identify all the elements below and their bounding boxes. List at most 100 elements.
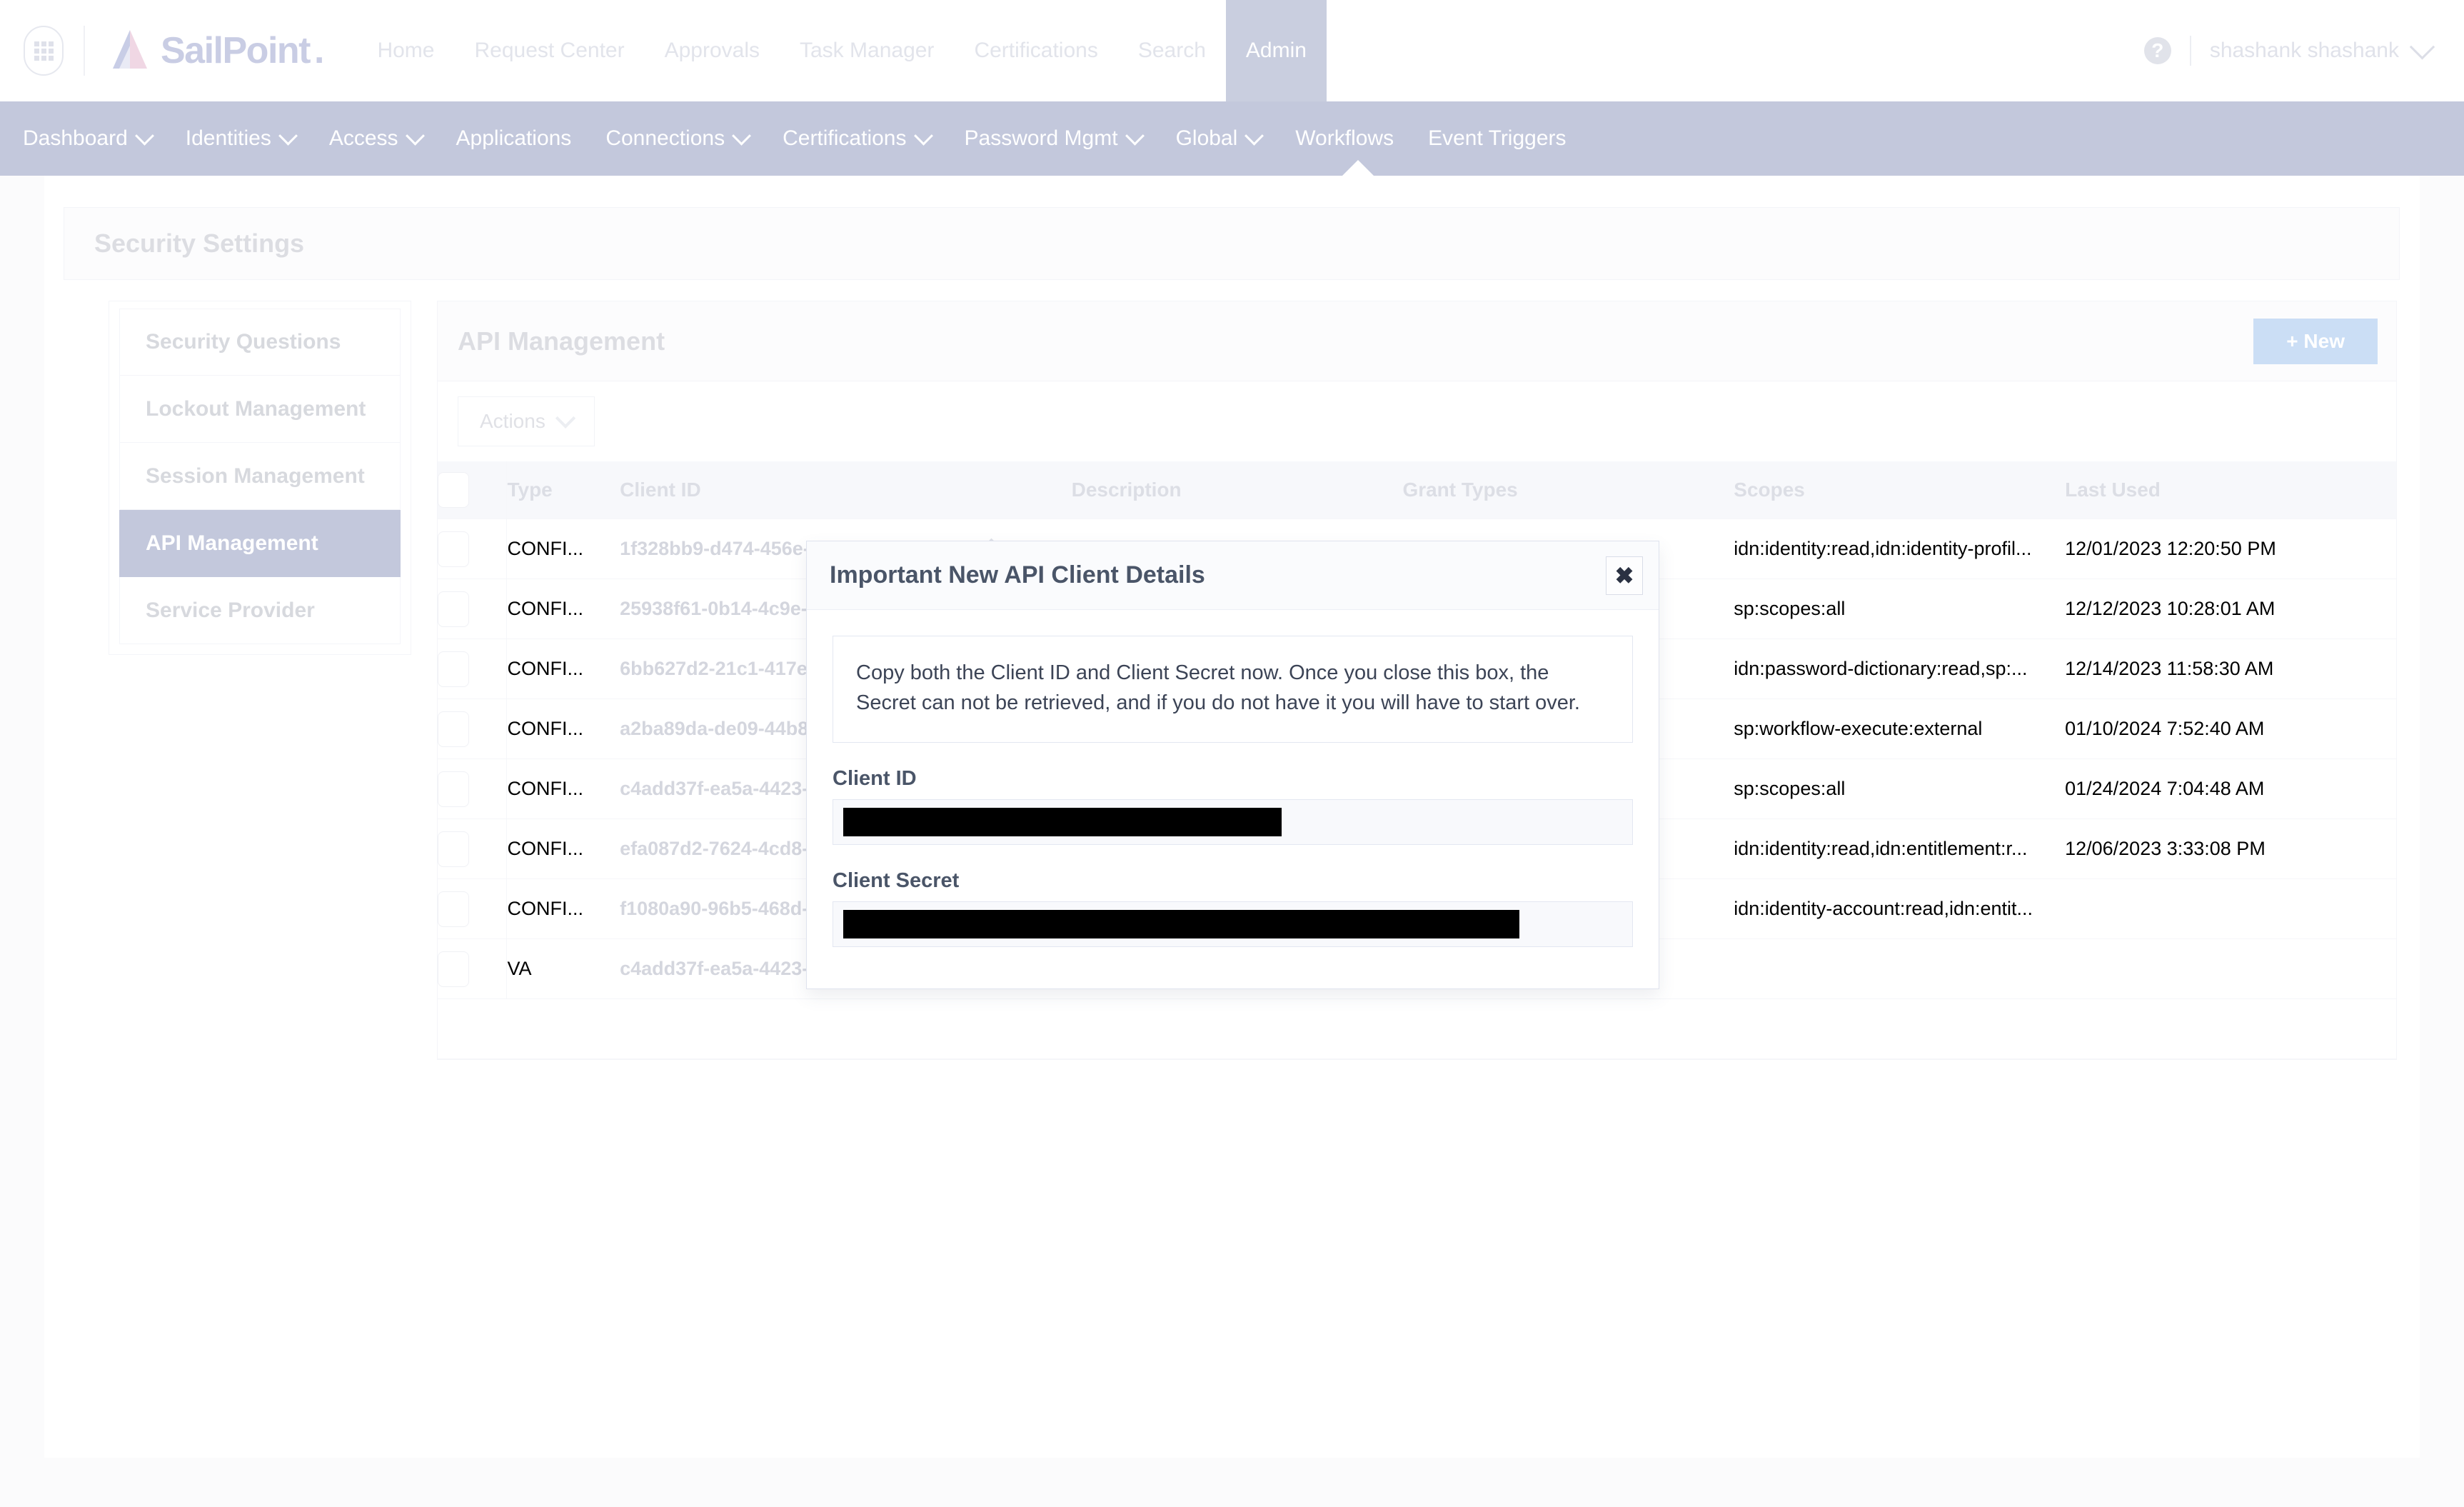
sidebar-item-service-provider[interactable]: Service Provider xyxy=(119,577,401,644)
page-title: Security Settings xyxy=(94,229,305,258)
header-right-group: ? shashank shashank xyxy=(2143,0,2435,101)
api-panel-title: API Management xyxy=(458,326,665,356)
brand-trademark: . xyxy=(313,30,325,71)
sidebar-label-service-provider: Service Provider xyxy=(146,598,315,622)
cell-scopes: idn:password-dictionary:read,sp:... xyxy=(1734,639,2066,699)
row-checkbox[interactable] xyxy=(438,591,469,627)
user-menu-chevron-down-icon[interactable] xyxy=(2409,34,2435,60)
cell-type: CONFI... xyxy=(506,758,620,819)
row-checkbox[interactable] xyxy=(438,711,469,747)
nav-item-certifications[interactable]: Certifications xyxy=(954,0,1117,101)
subnav-item-password-mgmt[interactable]: Password Mgmt xyxy=(947,126,1159,151)
sidebar-item-security-questions[interactable]: Security Questions xyxy=(119,309,401,376)
row-select-cell xyxy=(438,818,508,879)
row-checkbox[interactable] xyxy=(438,951,469,987)
subnav-item-connections[interactable]: Connections xyxy=(588,126,765,151)
sidebar-label-lockout-management: Lockout Management xyxy=(146,396,366,421)
chevron-down-icon xyxy=(405,126,425,146)
column-header-description[interactable]: Description xyxy=(1071,461,1403,519)
modal-body: Copy both the Client ID and Client Secre… xyxy=(807,610,1659,988)
cell-type: CONFI... xyxy=(506,699,620,759)
cell-scopes: sp:scopes:all xyxy=(1734,758,2066,819)
nav-item-task-manager[interactable]: Task Manager xyxy=(780,0,954,101)
new-api-client-button[interactable]: + New xyxy=(2253,318,2378,364)
subnav-label-access: Access xyxy=(328,126,398,150)
help-question-icon[interactable]: ? xyxy=(2143,37,2171,64)
sidebar-item-api-management[interactable]: API Management xyxy=(119,510,401,577)
column-header-grant-types[interactable]: Grant Types xyxy=(1402,461,1734,519)
security-settings-menu: Security Questions Lockout Management Se… xyxy=(109,301,411,655)
chevron-down-icon xyxy=(555,408,575,429)
actions-dropdown-button[interactable]: Actions xyxy=(458,396,595,446)
cell-type: CONFI... xyxy=(506,818,620,879)
api-panel-header: API Management + New xyxy=(438,301,2396,381)
subnav-item-workflows[interactable]: Workflows xyxy=(1278,126,1411,151)
close-x-icon[interactable]: ✖ xyxy=(1606,556,1643,595)
client-secret-field[interactable] xyxy=(833,901,1633,948)
row-checkbox[interactable] xyxy=(438,891,469,927)
cell-last-used: 01/24/2024 7:04:48 AM xyxy=(2065,758,2396,819)
row-select-cell xyxy=(438,579,508,639)
chevron-down-icon xyxy=(1125,126,1145,146)
subnav-item-global[interactable]: Global xyxy=(1159,126,1279,151)
client-id-field[interactable] xyxy=(833,799,1633,846)
table-header: Type Client ID Description Grant Types S… xyxy=(438,461,2396,519)
sailpoint-logo[interactable]: SailPoint . xyxy=(104,24,324,77)
column-header-type[interactable]: Type xyxy=(506,461,620,519)
nav-item-admin[interactable]: Admin xyxy=(1225,0,1327,101)
nav-item-search[interactable]: Search xyxy=(1118,0,1226,101)
subnav-item-dashboard[interactable]: Dashboard xyxy=(6,126,169,151)
column-header-scopes[interactable]: Scopes xyxy=(1734,461,2066,519)
actions-label: Actions xyxy=(480,410,545,432)
subnav-item-event-triggers[interactable]: Event Triggers xyxy=(1411,126,1583,151)
cell-last-used: 12/14/2023 11:58:30 AM xyxy=(2065,639,2396,699)
select-all-checkbox[interactable] xyxy=(438,472,469,508)
nav-item-request-center[interactable]: Request Center xyxy=(454,0,644,101)
row-select-cell xyxy=(438,878,508,939)
app-grid-glyph xyxy=(34,41,54,61)
row-checkbox[interactable] xyxy=(438,771,469,807)
client-secret-redacted-value xyxy=(843,910,1519,939)
api-client-details-modal: Important New API Client Details ✖ Copy … xyxy=(806,541,1659,990)
cell-last-used: 12/06/2023 3:33:08 PM xyxy=(2065,818,2396,879)
user-name-label: shashank shashank xyxy=(2209,39,2399,62)
nav-item-home[interactable]: Home xyxy=(357,0,454,101)
modal-notice-text: Copy both the Client ID and Client Secre… xyxy=(856,661,1580,715)
column-header-last-used[interactable]: Last Used xyxy=(2065,461,2396,519)
subnav-item-applications[interactable]: Applications xyxy=(439,126,589,151)
subnav-item-identities[interactable]: Identities xyxy=(169,126,312,151)
header-divider xyxy=(84,26,85,76)
cell-last-used xyxy=(2065,878,2396,939)
cell-type: CONFI... xyxy=(506,639,620,699)
header-separator xyxy=(2189,36,2191,66)
app-grid-icon[interactable] xyxy=(24,26,64,76)
subnav-label-identities: Identities xyxy=(185,126,271,150)
chevron-down-icon xyxy=(913,126,933,146)
subnav-item-certifications[interactable]: Certifications xyxy=(765,126,947,151)
cell-scopes: sp:scopes:all xyxy=(1734,579,2066,639)
row-checkbox[interactable] xyxy=(438,831,469,867)
page-title-card: Security Settings xyxy=(64,207,2400,280)
sidebar-label-security-questions: Security Questions xyxy=(146,330,341,354)
chevron-down-icon xyxy=(1244,126,1264,146)
cell-type: VA xyxy=(506,938,620,999)
subnav-label-connections: Connections xyxy=(605,126,725,150)
sidebar-label-session-management: Session Management xyxy=(146,464,365,488)
subnav-label-workflows: Workflows xyxy=(1295,126,1394,150)
chevron-down-icon xyxy=(278,126,298,146)
sidebar-item-session-management[interactable]: Session Management xyxy=(119,443,401,510)
cell-scopes: idn:identity-account:read,idn:entit... xyxy=(1734,878,2066,939)
sailpoint-mark-icon xyxy=(113,30,147,69)
subnav-label-applications: Applications xyxy=(456,126,572,150)
row-checkbox[interactable] xyxy=(438,651,469,687)
nav-item-approvals[interactable]: Approvals xyxy=(645,0,780,101)
modal-header: Important New API Client Details ✖ xyxy=(807,541,1659,610)
row-checkbox[interactable] xyxy=(438,531,469,567)
chevron-down-icon xyxy=(134,126,154,146)
column-header-client-id[interactable]: Client ID xyxy=(620,461,1072,519)
table-footer-cell xyxy=(438,998,2396,1059)
cell-last-used: 12/12/2023 10:28:01 AM xyxy=(2065,579,2396,639)
sidebar-item-lockout-management[interactable]: Lockout Management xyxy=(119,376,401,443)
cell-scopes: sp:workflow-execute:external xyxy=(1734,699,2066,759)
subnav-item-access[interactable]: Access xyxy=(312,126,439,151)
